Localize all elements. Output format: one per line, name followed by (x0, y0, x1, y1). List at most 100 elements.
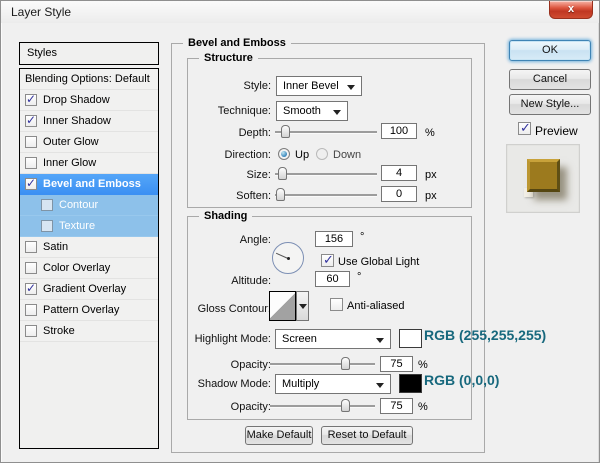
checkbox-icon[interactable] (25, 325, 37, 337)
sidebar-item-label: Outer Glow (43, 136, 99, 148)
sidebar-item-label: Gradient Overlay (43, 283, 126, 295)
sidebar-item-inner-shadow[interactable]: Inner Shadow (20, 111, 158, 132)
checkbox-icon[interactable] (25, 241, 37, 253)
anti-aliased-label: Anti-aliased (347, 300, 404, 312)
soften-slider-thumb[interactable] (276, 188, 285, 201)
angle-center-dot (287, 257, 290, 260)
cancel-button[interactable]: Cancel (509, 69, 591, 90)
checkbox-icon[interactable] (25, 157, 37, 169)
technique-dropdown[interactable]: Smooth (276, 101, 348, 121)
altitude-label: Altitude: (188, 275, 271, 287)
size-input[interactable]: 4 (381, 165, 417, 181)
style-dropdown[interactable]: Inner Bevel (276, 76, 362, 96)
sidebar-item-gradient-overlay[interactable]: Gradient Overlay (20, 279, 158, 300)
depth-unit: % (425, 127, 435, 139)
structure-group-title: Structure (199, 52, 258, 64)
highlight-color-swatch[interactable] (399, 329, 422, 348)
preview-checkbox[interactable] (518, 122, 531, 135)
highlight-opacity-label: Opacity: (188, 359, 271, 371)
close-icon[interactable]: x (549, 1, 593, 19)
direction-up-label: Up (295, 149, 309, 161)
layer-preview-thumbnail (506, 144, 580, 213)
size-slider-thumb[interactable] (278, 167, 287, 180)
make-default-button[interactable]: Make Default (245, 426, 313, 445)
size-slider-track[interactable] (275, 173, 377, 175)
new-style-button[interactable]: New Style... (509, 94, 591, 115)
soften-input[interactable]: 0 (381, 186, 417, 202)
structure-group: Structure Style: Inner Bevel Technique: … (187, 58, 472, 208)
checkbox-icon[interactable] (25, 115, 37, 127)
checkbox-icon[interactable] (25, 304, 37, 316)
highlight-mode-value: Screen (282, 333, 317, 345)
sidebar-item-stroke[interactable]: Stroke (20, 321, 158, 342)
checkbox-icon[interactable] (41, 220, 53, 232)
size-label: Size: (188, 169, 271, 181)
sidebar-item-outer-glow[interactable]: Outer Glow (20, 132, 158, 153)
shadow-opacity-input[interactable]: 75 (380, 398, 413, 414)
dialog-title: Layer Style (11, 5, 71, 19)
highlight-opacity-track[interactable] (270, 363, 375, 365)
sidebar-item-contour[interactable]: Contour (20, 195, 158, 216)
title-bar[interactable]: Layer Style x (1, 1, 599, 23)
depth-slider-track[interactable] (275, 131, 377, 133)
sidebar-item-bevel-and-emboss[interactable]: Bevel and Emboss (20, 174, 158, 195)
checkbox-icon[interactable] (25, 178, 37, 190)
shadow-opacity-track[interactable] (270, 405, 375, 407)
sidebar-item-label: Drop Shadow (43, 94, 110, 106)
angle-input[interactable]: 156 (315, 231, 353, 247)
sidebar-item-label: Blending Options: Default (25, 73, 150, 85)
layer-style-dialog: Layer Style x Styles Blending Options: D… (0, 0, 600, 463)
shading-group-title: Shading (199, 210, 252, 222)
sidebar-item-texture[interactable]: Texture (20, 216, 158, 237)
checkbox-icon[interactable] (25, 136, 37, 148)
shading-group: Shading Angle: 156 ° Use Global Light Al… (187, 216, 472, 420)
sidebar-item-label: Color Overlay (43, 262, 110, 274)
sidebar-item-label: Inner Shadow (43, 115, 111, 127)
shadow-opacity-thumb[interactable] (341, 399, 350, 412)
checkbox-icon[interactable] (25, 94, 37, 106)
shadow-mode-dropdown[interactable]: Multiply (275, 374, 391, 394)
sidebar-item-label: Bevel and Emboss (43, 178, 141, 190)
technique-value: Smooth (283, 105, 321, 117)
highlight-rgb-annotation: RGB (255,255,255) (424, 327, 546, 343)
highlight-opacity-input[interactable]: 75 (380, 356, 413, 372)
reset-to-default-button[interactable]: Reset to Default (321, 426, 413, 445)
sidebar-item-satin[interactable]: Satin (20, 237, 158, 258)
soften-label: Soften: (188, 190, 271, 202)
gloss-contour-label: Gloss Contour: (188, 303, 271, 315)
sidebar-item-color-overlay[interactable]: Color Overlay (20, 258, 158, 279)
sidebar-item-label: Pattern Overlay (43, 304, 119, 316)
sidebar-item-inner-glow[interactable]: Inner Glow (20, 153, 158, 174)
direction-label: Direction: (188, 149, 271, 161)
styles-header: Styles (19, 42, 159, 65)
shadow-color-swatch[interactable] (399, 374, 422, 393)
sidebar-item-label: Stroke (43, 325, 75, 337)
checkbox-icon[interactable] (25, 283, 37, 295)
depth-slider-thumb[interactable] (281, 125, 290, 138)
direction-down-radio[interactable] (316, 148, 328, 160)
style-label: Style: (188, 80, 271, 92)
direction-up-radio[interactable] (278, 148, 290, 160)
depth-label: Depth: (188, 127, 271, 139)
altitude-input[interactable]: 60 (315, 271, 350, 287)
gloss-contour-dropdown-arrow-icon[interactable] (296, 291, 309, 321)
sidebar-item-pattern-overlay[interactable]: Pattern Overlay (20, 300, 158, 321)
checkbox-icon[interactable] (41, 199, 53, 211)
angle-dial[interactable] (272, 242, 304, 274)
sidebar-item-label: Inner Glow (43, 157, 96, 169)
soften-slider-track[interactable] (275, 194, 377, 196)
highlight-mode-dropdown[interactable]: Screen (275, 329, 391, 349)
depth-input[interactable]: 100 (381, 123, 417, 139)
anti-aliased-checkbox[interactable] (330, 298, 343, 311)
sidebar-item-blending-options[interactable]: Blending Options: Default (20, 69, 158, 90)
sidebar-item-drop-shadow[interactable]: Drop Shadow (20, 90, 158, 111)
gloss-contour-thumbnail[interactable] (269, 291, 296, 321)
highlight-opacity-thumb[interactable] (341, 357, 350, 370)
ok-button[interactable]: OK (509, 40, 591, 61)
size-unit: px (425, 169, 437, 181)
checkbox-icon[interactable] (25, 262, 37, 274)
angle-unit: ° (360, 231, 364, 243)
use-global-light-checkbox[interactable] (321, 254, 334, 267)
shadow-mode-label: Shadow Mode: (188, 378, 271, 390)
sidebar-item-label: Texture (59, 220, 95, 232)
